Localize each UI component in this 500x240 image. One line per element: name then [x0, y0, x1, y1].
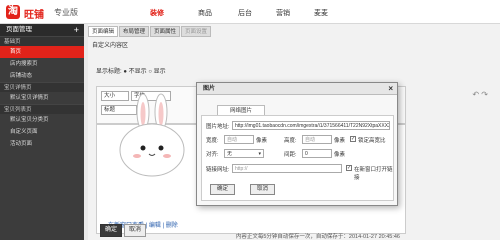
radio-show[interactable]: ○ 显示	[148, 69, 165, 75]
brand-name: 旺铺	[24, 10, 44, 21]
width-unit: 像素	[256, 138, 268, 144]
nav-backend[interactable]: 后台	[238, 8, 252, 18]
sidebar-title: 页面管理	[6, 26, 32, 33]
undo-redo-icons[interactable]: ↶ ↷	[472, 90, 488, 99]
dialog-body: 图片地址: http://img01.taobaocdn.com/imgextr…	[201, 115, 394, 201]
width-label: 宽度:	[206, 138, 219, 144]
top-bar: 淘 旺铺 专业版 装修 商品 后台 营销 麦麦	[0, 0, 500, 24]
link-url-input[interactable]: http://	[232, 164, 342, 173]
nav-decorate[interactable]: 装修	[150, 8, 164, 18]
show-title-label: 显示标题:	[96, 69, 122, 75]
nav-maimai[interactable]: 麦麦	[314, 8, 328, 18]
sidebar-item-home[interactable]: 首页	[0, 46, 84, 58]
add-page-icon[interactable]: +	[74, 24, 79, 36]
rabbit-image	[119, 93, 185, 177]
height-unit: 像素	[334, 138, 346, 144]
sidebar-group-list[interactable]: 宝贝列表页	[0, 104, 84, 114]
dialog-ok-button[interactable]: 确定	[210, 184, 236, 195]
page-tabs: 页面编辑 布局管理 页面属性 页面设置	[88, 26, 212, 37]
tab-properties[interactable]: 页面属性	[150, 26, 181, 37]
cancel-button[interactable]: 取消	[124, 224, 147, 237]
spacing-unit: 像素	[334, 152, 346, 158]
sidebar-item-activity-page[interactable]: 活动页面	[0, 138, 84, 150]
edition-label: 专业版	[54, 8, 78, 17]
image-url-input[interactable]: http://img01.taobaocdn.com/imgextra/i1/3…	[232, 121, 390, 130]
sidebar-group-detail[interactable]: 宝贝详情页	[0, 82, 84, 92]
tab-web-image[interactable]: 网络图片	[217, 105, 265, 115]
sidebar-item-dynamics[interactable]: 店铺动态	[0, 70, 84, 82]
close-icon[interactable]: ×	[388, 83, 393, 95]
dialog-title-bar: 图片 ×	[197, 83, 397, 95]
align-select[interactable]: 无 ▾	[224, 149, 264, 158]
url-label: 图片地址:	[206, 124, 230, 130]
width-input[interactable]: 自动	[224, 135, 254, 144]
nav-products[interactable]: 商品	[198, 8, 212, 18]
spacing-label: 间距:	[284, 152, 297, 158]
align-label: 对齐:	[206, 152, 219, 158]
nav-marketing[interactable]: 营销	[276, 8, 290, 18]
radio-hide[interactable]: ● 不显示	[123, 69, 146, 75]
height-input[interactable]: 自动	[302, 135, 332, 144]
spacing-input[interactable]: 0	[302, 149, 332, 158]
sidebar-item-custom-page[interactable]: 自定义页面	[0, 126, 84, 138]
tab-layout[interactable]: 布局管理	[119, 26, 150, 37]
tab-settings[interactable]: 页面设置	[181, 26, 212, 37]
dialog-title: 图片	[203, 86, 216, 92]
sidebar: 页面管理 + 基础页 首页 店内搜索页 店铺动态 宝贝详情页 默认宝贝详情页 宝…	[0, 24, 84, 240]
lock-ratio-label: 锁定高宽比	[358, 138, 386, 144]
tab-page-edit[interactable]: 页面编辑	[88, 26, 119, 37]
chevron-down-icon: ▾	[258, 151, 261, 157]
confirm-button[interactable]: 确定	[100, 224, 123, 237]
sidebar-item-default-category[interactable]: 默认宝贝分类页	[0, 114, 84, 126]
link-label: 链接网址:	[206, 167, 230, 173]
sidebar-group-basic[interactable]: 基础页	[0, 36, 84, 46]
logo-icon: 淘	[6, 5, 20, 19]
dialog-cancel-button[interactable]: 取消	[250, 184, 276, 195]
new-window-label: 在新窗口打开链接	[354, 167, 393, 181]
lock-ratio-checkbox[interactable]: ✓	[350, 136, 356, 142]
new-window-checkbox[interactable]: ✓	[346, 165, 352, 171]
height-label: 高度:	[284, 138, 297, 144]
show-title-row: 显示标题: ● 不显示 ○ 显示	[96, 66, 166, 75]
sidebar-item-search[interactable]: 店内搜索页	[0, 58, 84, 70]
panel-title: 自定义内容区	[92, 43, 129, 49]
sidebar-item-default-detail[interactable]: 默认宝贝详情页	[0, 92, 84, 104]
image-dialog: 图片 × 网络图片 图片地址: http://img01.taobaocdn.c…	[196, 82, 398, 206]
sidebar-header: 页面管理 +	[0, 24, 84, 36]
